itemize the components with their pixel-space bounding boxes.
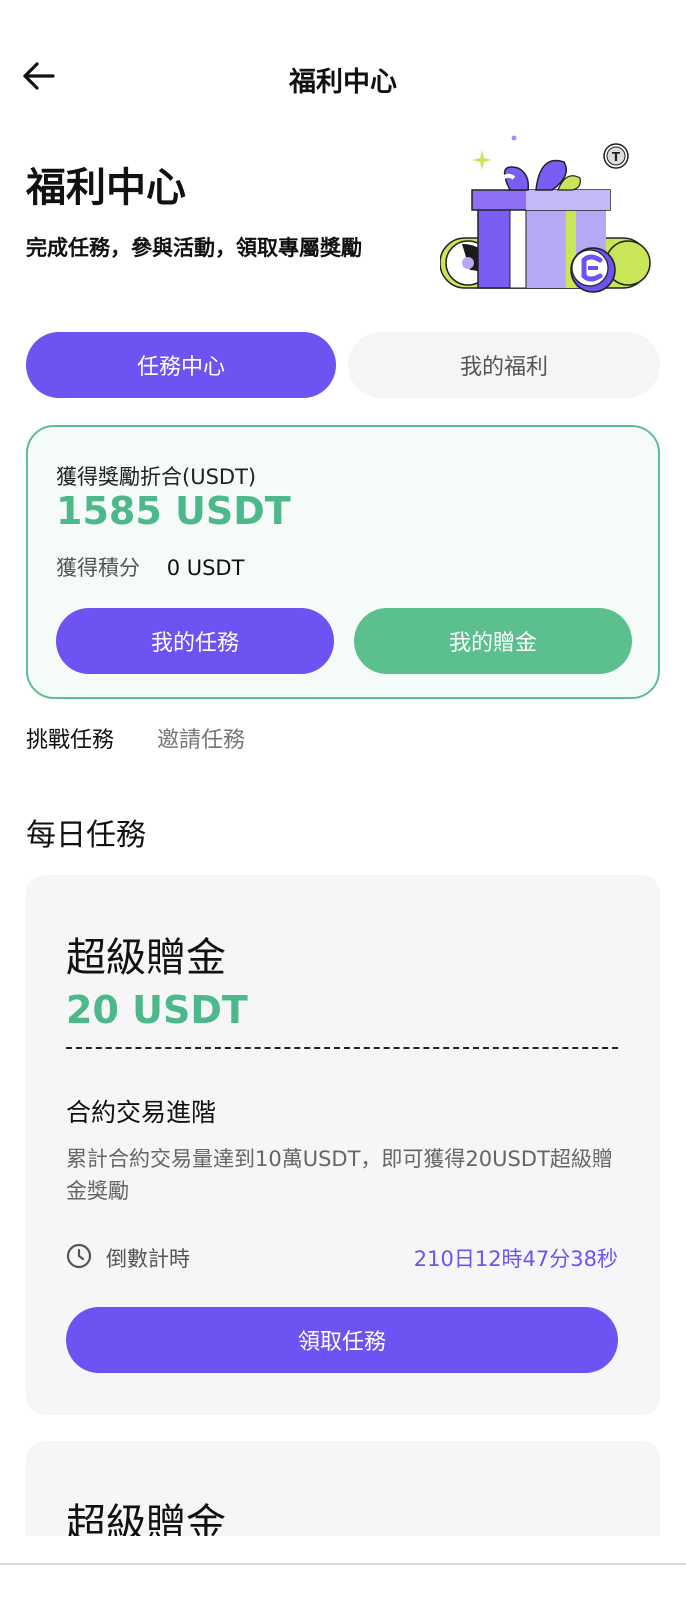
- my-tasks-button[interactable]: 我的任務: [56, 608, 334, 674]
- section-title: 每日任務: [26, 818, 146, 853]
- task-card: 超級贈金: [26, 1441, 660, 1536]
- clock-icon: [66, 1243, 92, 1269]
- top-bar: 福利中心: [0, 40, 686, 120]
- rewards-label: 獲得獎勵折合(USDT): [56, 465, 257, 489]
- page-title: 福利中心: [289, 67, 397, 98]
- my-bonus-button[interactable]: 我的贈金: [354, 608, 632, 674]
- bottom-divider: [0, 1563, 686, 1565]
- claim-task-button[interactable]: 領取任務: [66, 1307, 618, 1373]
- tab-invite-tasks[interactable]: 邀請任務: [157, 722, 245, 754]
- task-description: 累計合約交易量達到10萬USDT，即可獲得20USDT超級贈金獎勵: [66, 1147, 613, 1203]
- hero-title: 福利中心: [26, 165, 186, 211]
- task-reward: 20 USDT: [66, 988, 248, 1032]
- svg-text:T: T: [612, 150, 621, 164]
- divider: [66, 1047, 618, 1049]
- tab-challenge-tasks[interactable]: 挑戰任務: [26, 722, 114, 754]
- points-label: 獲得積分: [56, 556, 140, 580]
- task-name: 超級贈金: [66, 935, 226, 981]
- task-subtitle: 合約交易進階: [66, 1098, 217, 1127]
- tab-task-center[interactable]: 任務中心: [26, 332, 336, 398]
- task-type-tabs: 挑戰任務 邀請任務: [26, 722, 281, 754]
- countdown-value: 210日12時47分38秒: [413, 1247, 618, 1271]
- task-name: 超級贈金: [66, 1501, 226, 1536]
- gift-box-illustration: T: [440, 135, 651, 293]
- countdown-row: 倒數計時 210日12時47分38秒: [66, 1240, 618, 1274]
- rewards-amount: 1585 USDT: [56, 489, 291, 533]
- task-card: 超級贈金 20 USDT 合約交易進階 累計合約交易量達到10萬USDT，即可獲…: [26, 875, 660, 1415]
- rewards-summary-card: 獲得獎勵折合(USDT) 1585 USDT 獲得積分 0 USDT 我的任務 …: [26, 425, 660, 699]
- countdown-label: 倒數計時: [106, 1247, 190, 1271]
- points-value: 0 USDT: [166, 556, 245, 580]
- tab-my-benefits[interactable]: 我的福利: [348, 332, 660, 398]
- points-row: 獲得積分 0 USDT: [56, 552, 244, 582]
- hero-subtitle: 完成任務，參與活動，領取專屬獎勵: [26, 236, 362, 260]
